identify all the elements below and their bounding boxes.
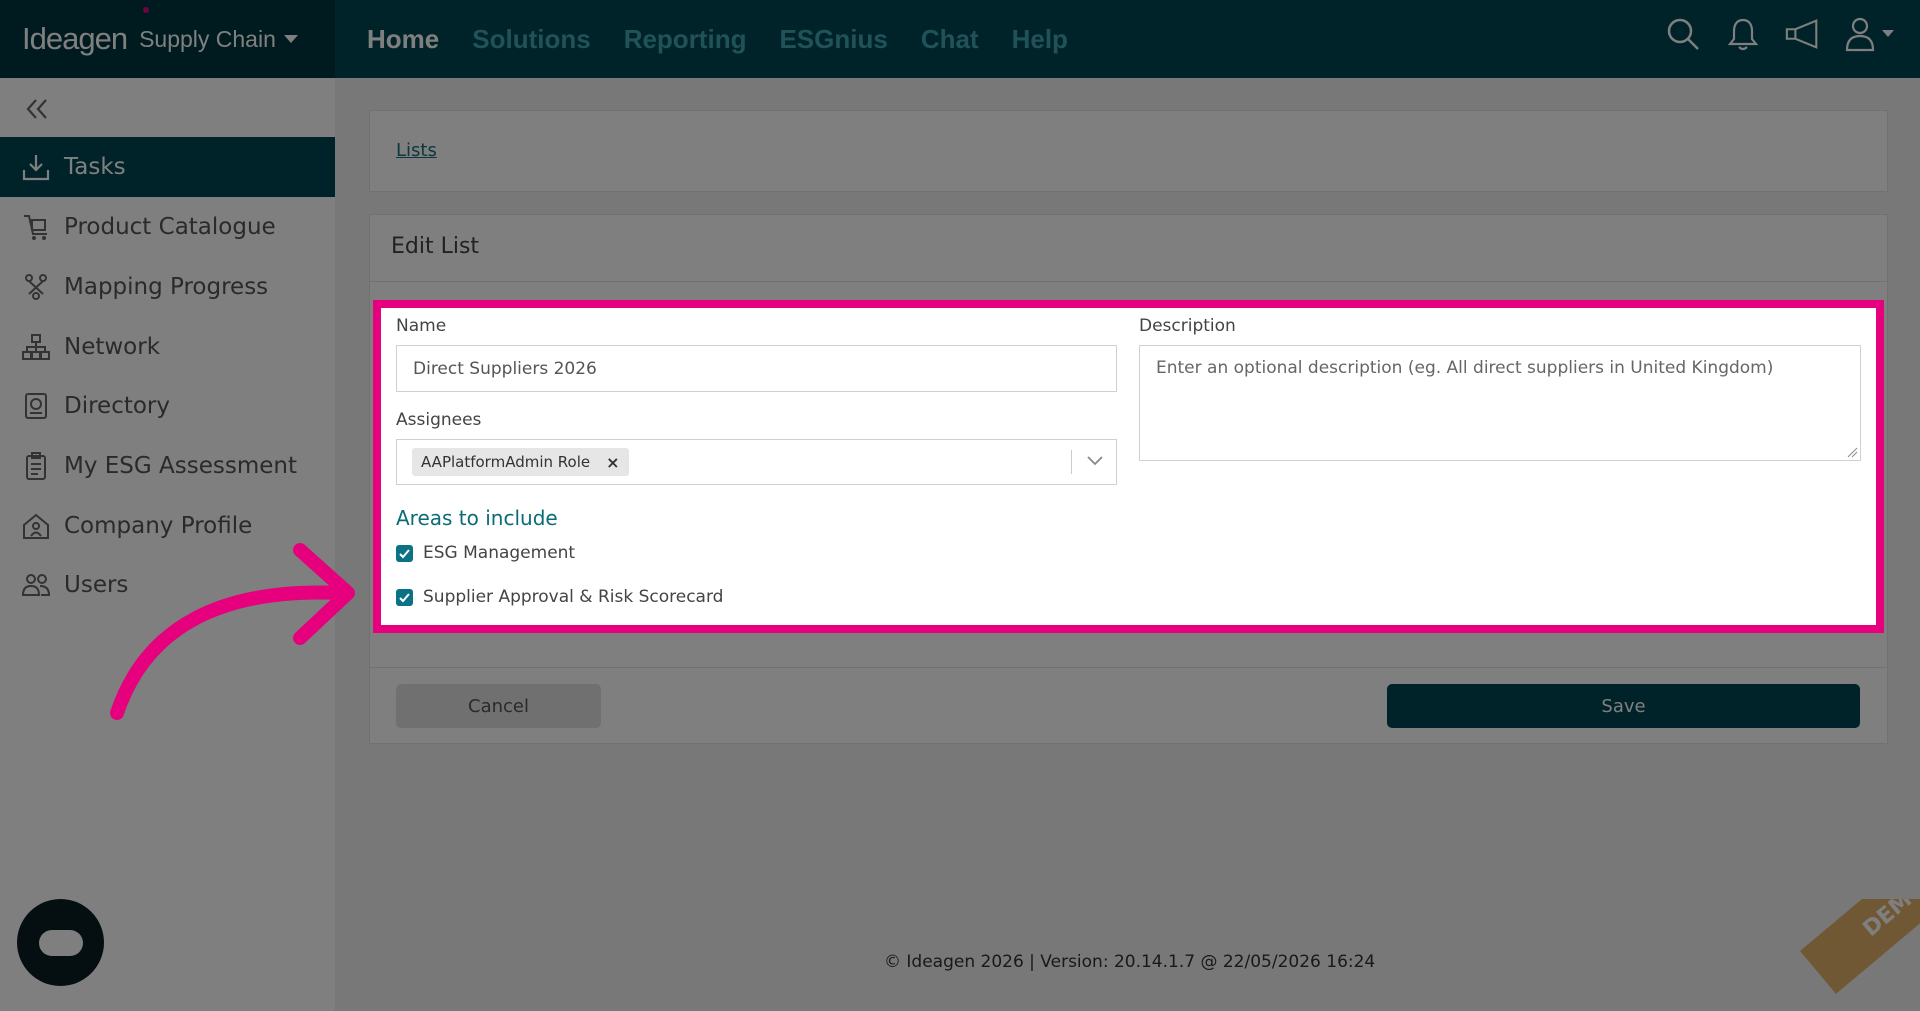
search-icon[interactable] bbox=[1664, 14, 1702, 54]
nav-home[interactable]: Home bbox=[367, 24, 439, 55]
sidebar-item-mapping-progress[interactable]: Mapping Progress bbox=[0, 257, 335, 317]
nav-esgnius[interactable]: ESGnius bbox=[779, 24, 887, 55]
resize-handle-icon[interactable] bbox=[1846, 446, 1858, 458]
check-icon bbox=[399, 549, 410, 559]
esg-management-label[interactable]: ESG Management bbox=[423, 543, 575, 563]
brand-logo: Ideagen bbox=[22, 21, 128, 56]
nav-chat[interactable]: Chat bbox=[921, 24, 979, 55]
assignee-tag: AAPlatformAdmin Role × bbox=[412, 448, 629, 476]
breadcrumb-card bbox=[369, 110, 1888, 192]
sidebar-item-network[interactable]: Network bbox=[0, 317, 335, 377]
assignee-tag-label: AAPlatformAdmin Role bbox=[421, 453, 591, 471]
sidebar-item-directory[interactable]: Directory bbox=[0, 376, 335, 436]
card-divider bbox=[369, 281, 1888, 282]
sidebar-item-tasks[interactable]: Tasks bbox=[0, 137, 335, 197]
user-menu[interactable] bbox=[1844, 14, 1900, 54]
select-separator bbox=[1071, 450, 1072, 474]
chevron-down-icon[interactable] bbox=[1086, 454, 1104, 468]
trolley-icon bbox=[20, 211, 52, 243]
main-nav: Home Solutions Reporting ESGnius Chat He… bbox=[367, 0, 1068, 78]
top-bar: Ideagen Supply Chain Home Solutions Repo… bbox=[0, 0, 1920, 78]
brand-product: Supply Chain bbox=[139, 25, 276, 52]
network-icon bbox=[20, 331, 52, 363]
description-field[interactable]: Enter an optional description (eg. All d… bbox=[1139, 345, 1861, 461]
building-icon bbox=[20, 510, 52, 542]
description-label: Description bbox=[1139, 316, 1236, 336]
save-button[interactable]: Save bbox=[1387, 684, 1860, 728]
demo-ribbon: DEMO bbox=[1780, 899, 1920, 1011]
brand-switcher[interactable]: Ideagen Supply Chain bbox=[0, 0, 335, 78]
users-icon bbox=[20, 569, 52, 601]
sidebar-item-label: Product Catalogue bbox=[64, 214, 276, 240]
sidebar-item-label: My ESG Assessment bbox=[64, 453, 297, 479]
chat-icon bbox=[38, 929, 83, 956]
esg-management-checkbox[interactable] bbox=[396, 545, 413, 562]
sidebar-item-company-profile[interactable]: Company Profile bbox=[0, 496, 335, 556]
top-icon-bar bbox=[1664, 14, 1900, 54]
download-tray-icon bbox=[20, 151, 52, 183]
breadcrumb-lists-link[interactable]: Lists bbox=[396, 140, 437, 161]
sidebar-item-product-catalogue[interactable]: Product Catalogue bbox=[0, 197, 335, 257]
sidebar-item-label: Directory bbox=[64, 393, 171, 419]
sidebar: Tasks Product Catalogue Mapping Progress… bbox=[0, 78, 335, 1011]
areas-to-include-heading: Areas to include bbox=[396, 506, 558, 530]
bell-icon[interactable] bbox=[1724, 14, 1762, 54]
sidebar-item-label: Users bbox=[64, 572, 129, 598]
nav-solutions[interactable]: Solutions bbox=[472, 24, 590, 55]
directory-icon bbox=[20, 390, 52, 422]
supplier-approval-label[interactable]: Supplier Approval & Risk Scorecard bbox=[423, 587, 723, 607]
name-field[interactable]: Direct Suppliers 2026 bbox=[396, 345, 1117, 392]
name-label: Name bbox=[396, 316, 447, 336]
card-footer-divider bbox=[369, 667, 1888, 668]
chat-widget-button[interactable] bbox=[17, 899, 104, 986]
supplier-approval-checkbox[interactable] bbox=[396, 589, 413, 606]
chevron-down-icon bbox=[283, 35, 298, 43]
remove-tag-icon[interactable]: × bbox=[606, 453, 619, 472]
assignees-label: Assignees bbox=[396, 410, 482, 430]
demo-badge: DEMO bbox=[1858, 899, 1920, 942]
check-icon bbox=[399, 593, 410, 603]
page-title: Edit List bbox=[391, 234, 480, 259]
megaphone-icon[interactable] bbox=[1784, 14, 1822, 54]
cancel-button[interactable]: Cancel bbox=[396, 684, 601, 728]
nav-help[interactable]: Help bbox=[1012, 24, 1068, 55]
sidebar-item-label: Tasks bbox=[64, 154, 126, 180]
sidebar-item-my-esg-assessment[interactable]: My ESG Assessment bbox=[0, 436, 335, 496]
brand-logo-dot bbox=[143, 7, 149, 13]
sidebar-item-users[interactable]: Users bbox=[0, 555, 335, 615]
nav-reporting[interactable]: Reporting bbox=[624, 24, 747, 55]
sidebar-item-label: Company Profile bbox=[64, 513, 253, 539]
clipboard-icon bbox=[20, 450, 52, 482]
sidebar-item-label: Mapping Progress bbox=[64, 274, 269, 300]
footer-version: © Ideagen 2026 | Version: 20.14.1.7 @ 22… bbox=[884, 952, 1376, 972]
sidebar-item-label: Network bbox=[64, 334, 161, 360]
collapse-sidebar-icon[interactable] bbox=[22, 94, 52, 124]
description-placeholder: Enter an optional description (eg. All d… bbox=[1156, 358, 1774, 378]
progress-icon bbox=[20, 271, 52, 303]
